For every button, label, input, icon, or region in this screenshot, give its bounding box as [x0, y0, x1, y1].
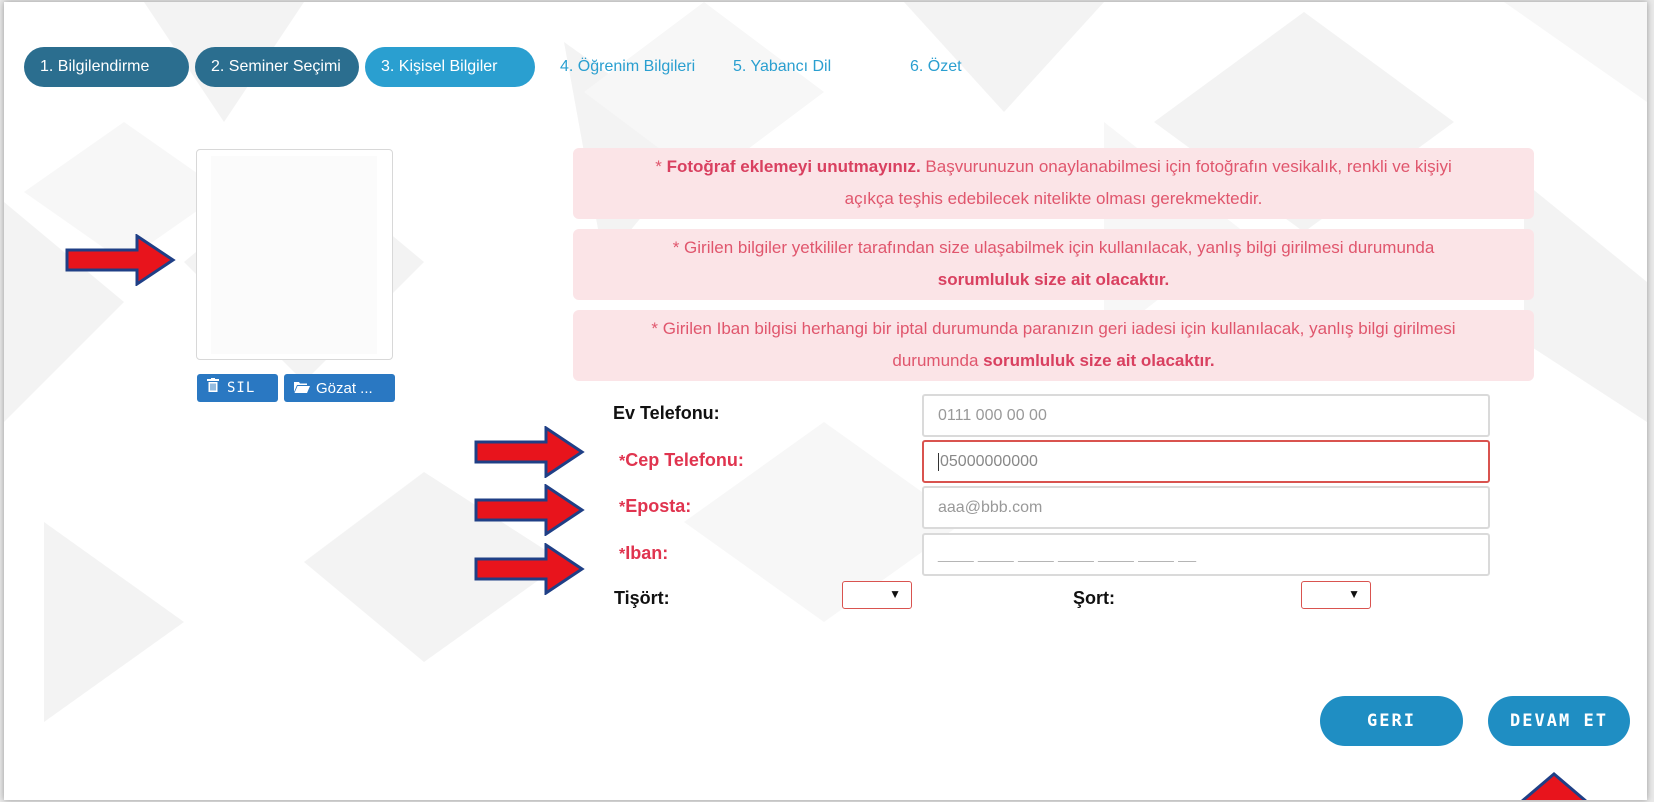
email-input[interactable]: aaa@bbb.com [922, 486, 1490, 529]
page-frame: 1. Bilgilendirme 2. Seminer Seçimi 3. Ki… [4, 2, 1647, 800]
alert-text: açıkça teşhis edebilecek nitelikte olmas… [844, 189, 1263, 208]
alert-text: * Girilen bilgiler yetkililer tarafından… [672, 238, 1435, 257]
tshirt-label: Tişört: [614, 588, 670, 608]
text-cursor [938, 452, 939, 471]
step-ogrenim-bilgileri[interactable]: 4. Öğrenim Bilgileri [560, 47, 720, 87]
step-label: 3. Kişisel Bilgiler [381, 58, 498, 75]
annotation-arrow-right-icon [474, 426, 585, 478]
email-label: *Eposta: [619, 496, 691, 517]
iban-label: *Iban: [619, 543, 668, 564]
photo-placeholder [211, 156, 377, 354]
annotation-arrow-right-icon [65, 234, 176, 286]
step-bilgilendirme[interactable]: 1. Bilgilendirme [24, 47, 189, 87]
step-label: 2. Seminer Seçimi [211, 58, 341, 75]
annotation-arrow-up-icon [1521, 772, 1587, 800]
label-text: Cep Telefonu: [625, 450, 744, 470]
browse-label: Gözat ... [316, 380, 373, 397]
tshirt-select[interactable]: ▼ [842, 581, 912, 609]
delete-label: SIL [227, 380, 256, 396]
caret-down-icon: ▼ [889, 587, 901, 601]
alert-photo: * Fotoğraf eklemeyi unutmayınız. Başvuru… [573, 148, 1534, 219]
annotation-arrow-right-icon [474, 543, 585, 595]
alert-text: * [655, 157, 667, 176]
step-label: 5. Yabancı Dil [733, 58, 832, 75]
trash-icon [207, 374, 219, 402]
iban-input[interactable]: ____ ____ ____ ____ ____ ____ __ [922, 533, 1490, 576]
home-phone-input[interactable]: 0111 000 00 00 [922, 394, 1490, 437]
shorts-select[interactable]: ▼ [1301, 581, 1371, 609]
alert-text: durumunda [892, 351, 984, 370]
next-button[interactable]: DEVAM ET [1488, 696, 1630, 746]
shorts-label: Şort: [1073, 588, 1115, 608]
alert-bold: sorumluluk size ait olacaktır. [983, 351, 1215, 370]
back-button[interactable]: GERI [1320, 696, 1463, 746]
folder-open-icon [294, 374, 310, 402]
step-seminer-secimi[interactable]: 2. Seminer Seçimi [195, 47, 359, 87]
browse-photo-button[interactable]: Gözat ... [284, 374, 395, 402]
annotation-arrow-right-icon [474, 484, 585, 536]
step-label: 6. Özet [910, 58, 962, 75]
step-ozet[interactable]: 6. Özet [910, 47, 990, 87]
alert-bold: sorumluluk size ait olacaktır. [937, 270, 1170, 289]
alert-bold: Fotoğraf eklemeyi unutmayınız. [666, 157, 921, 176]
caret-down-icon: ▼ [1348, 587, 1360, 601]
alert-iban: * Girilen Iban bilgisi herhangi bir ipta… [573, 310, 1534, 381]
alert-text: Başvurunuzun onaylanabilmesi için fotoğr… [920, 157, 1452, 176]
mobile-phone-label: *Cep Telefonu: [619, 450, 744, 471]
step-kisisel-bilgiler[interactable]: 3. Kişisel Bilgiler [365, 47, 535, 87]
mobile-phone-input[interactable]: 05000000000 [922, 440, 1490, 483]
step-label: 1. Bilgilendirme [40, 58, 150, 75]
home-phone-label: Ev Telefonu: [613, 403, 720, 423]
delete-photo-button[interactable]: SIL [197, 374, 278, 402]
alert-contact-info: * Girilen bilgiler yetkililer tarafından… [573, 229, 1534, 300]
label-text: Iban: [625, 543, 669, 563]
step-label: 4. Öğrenim Bilgileri [560, 58, 696, 75]
step-yabanci-dil[interactable]: 5. Yabancı Dil [733, 47, 863, 87]
alert-text: * Girilen Iban bilgisi herhangi bir ipta… [651, 319, 1456, 338]
label-text: Eposta: [625, 496, 692, 516]
mobile-phone-placeholder: 05000000000 [940, 453, 1038, 470]
photo-preview[interactable] [196, 149, 393, 360]
